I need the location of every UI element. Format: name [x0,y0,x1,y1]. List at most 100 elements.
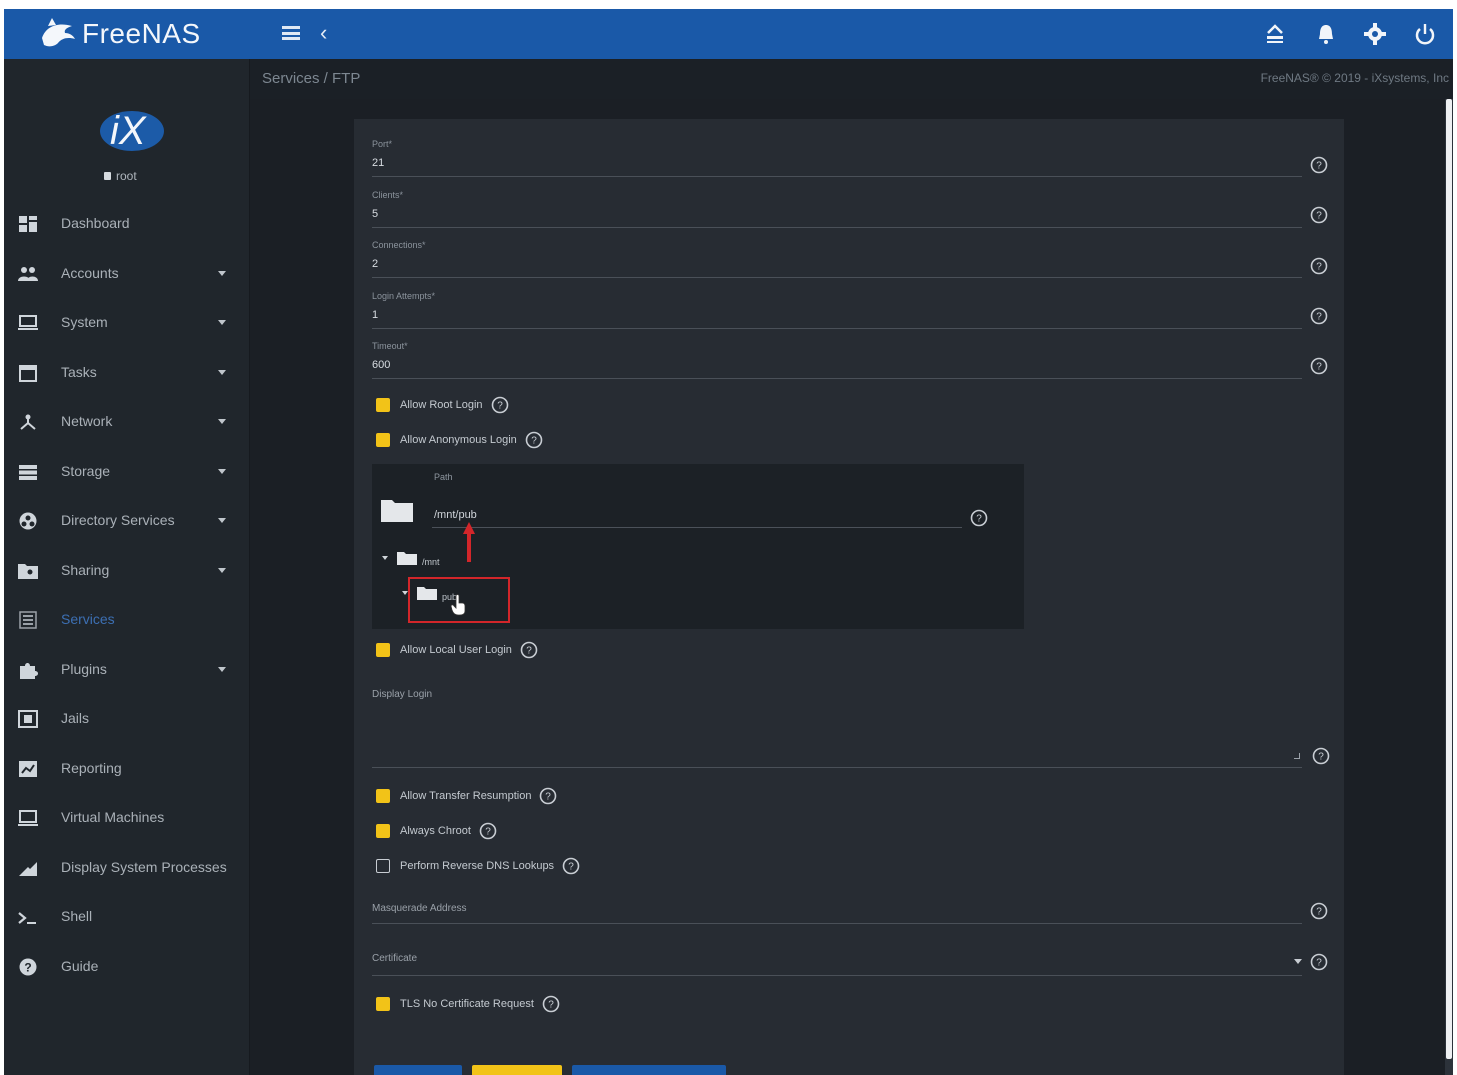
timeout-input[interactable] [372,356,1272,374]
help-icon[interactable]: ? [479,822,497,840]
help-icon[interactable]: ? [520,641,538,659]
advanced-mode-button[interactable]: ADVANCED MODE [572,1065,726,1075]
caret-down-icon[interactable] [218,518,226,523]
sidebar-item-plugins[interactable]: Plugins [4,650,250,690]
checkbox-checked[interactable] [376,824,390,838]
network-icon [20,414,36,430]
help-icon[interactable]: ? [1310,156,1328,174]
help-icon[interactable]: ? [491,396,509,414]
sidebar-item-dashboard[interactable]: Dashboard [4,204,250,244]
sidebar-item-storage[interactable]: Storage [4,452,250,492]
sidebar-item-display-system-processes[interactable]: Display System Processes [4,848,250,888]
menu-toggle-button[interactable] [280,23,302,43]
caret-down-icon[interactable] [218,419,226,424]
login-attempts-input[interactable] [372,306,1272,324]
scrollbar[interactable] [1445,99,1453,1075]
connections-input[interactable] [372,255,1272,273]
checkbox-checked[interactable] [376,398,390,412]
help-icon[interactable]: ? [1310,257,1328,275]
top-bar: FreeNAS ‹ [4,9,1453,59]
checkbox-checked[interactable] [376,643,390,657]
certificate-select[interactable]: Certificate [372,953,1302,997]
sidebar-item-reporting[interactable]: Reporting [4,749,250,789]
caret-down-icon[interactable] [218,320,226,325]
puzzle-icon [20,662,38,679]
path-input[interactable]: /mnt/pub [434,509,477,521]
sidebar-item-shell[interactable]: Shell [4,897,250,937]
collapse-chevron-icon[interactable]: ‹ [320,21,327,45]
bell-icon[interactable] [1313,21,1339,47]
clients-input[interactable] [372,205,1272,223]
help-icon[interactable]: ? [539,787,557,805]
allow-local-user-login-checkbox[interactable]: Allow Local User Login ? [376,640,538,660]
port-input[interactable] [372,154,1272,172]
checkbox-unchecked[interactable] [376,859,390,873]
caret-down-icon[interactable] [218,270,226,276]
help-icon[interactable]: ? [1310,206,1328,224]
allow-anonymous-login-checkbox[interactable]: Allow Anonymous Login ? [376,430,543,450]
caret-down-icon[interactable] [218,369,226,375]
sidebar-item-jails[interactable]: Jails [4,699,250,739]
help-icon[interactable]: ? [525,431,543,449]
folder-share-icon [18,563,38,579]
display-login-field[interactable]: Display Login [372,689,1302,771]
help-icon[interactable]: ? [1310,357,1328,375]
connections-field[interactable]: Connections* [372,240,1302,284]
gear-icon[interactable] [1362,21,1388,47]
login-attempts-field[interactable]: Login Attempts* [372,291,1302,335]
folder-icon[interactable] [380,497,414,523]
cancel-button[interactable]: CANCEL [472,1065,562,1075]
sidebar: iX root Dashboard Accounts System Tasks Netw… [4,59,250,1075]
port-label: Port* [372,139,393,149]
help-icon[interactable]: ? [542,995,560,1013]
checkbox-checked[interactable] [376,433,390,447]
svg-text:?: ? [485,827,491,838]
help-icon[interactable]: ? [1310,902,1328,920]
help-icon[interactable]: ? [1310,953,1328,971]
resize-handle-icon[interactable] [1294,753,1300,759]
checkbox-checked[interactable] [376,997,390,1011]
sidebar-item-directory-services[interactable]: Directory Services [4,501,250,541]
reverse-dns-checkbox[interactable]: Perform Reverse DNS Lookups ? [376,856,580,876]
save-button[interactable]: SAVE [374,1065,462,1075]
help-icon[interactable]: ? [970,509,988,527]
expand-arrow-icon[interactable] [382,556,388,560]
allow-transfer-resumption-checkbox[interactable]: Allow Transfer Resumption ? [376,786,557,806]
help-icon[interactable]: ? [1310,307,1328,325]
clients-field[interactable]: Clients* [372,190,1302,234]
breadcrumb[interactable]: Services / FTP [262,70,360,87]
reverse-dns-label: Perform Reverse DNS Lookups [400,860,555,872]
always-chroot-checkbox[interactable]: Always Chroot ? [376,821,497,841]
toggle-icon[interactable] [1262,21,1288,47]
sidebar-item-sharing[interactable]: Sharing [4,551,250,591]
freenas-logo[interactable]: FreeNAS [38,13,201,55]
sidebar-item-tasks[interactable]: Tasks [4,353,250,393]
masquerade-address-field[interactable]: Masquerade Address [372,903,1302,947]
sidebar-item-network[interactable]: Network [4,402,250,442]
copyright-text: FreeNAS® © 2019 - iXsystems, Inc [1260,71,1449,85]
sidebar-item-virtual-machines[interactable]: Virtual Machines [4,798,250,838]
allow-root-login-checkbox[interactable]: Allow Root Login ? [376,395,509,415]
power-icon[interactable] [1412,21,1438,47]
sidebar-item-services[interactable]: Services [4,600,250,640]
tls-no-cert-request-checkbox[interactable]: TLS No Certificate Request ? [376,994,560,1014]
caret-down-icon[interactable] [218,666,226,672]
checkbox-checked[interactable] [376,789,390,803]
sidebar-item-system[interactable]: System [4,303,250,343]
help-icon[interactable]: ? [562,857,580,875]
svg-text:?: ? [1316,958,1322,969]
lock-icon [104,172,111,180]
caret-down-icon[interactable] [218,468,226,474]
svg-text:?: ? [497,401,503,412]
sidebar-item-accounts[interactable]: Accounts [4,254,250,294]
hand-cursor-icon [450,594,466,616]
svg-text:?: ? [1316,161,1322,172]
help-icon[interactable]: ? [1312,747,1330,765]
port-field[interactable]: Port* [372,139,1302,183]
svg-text:?: ? [1316,262,1322,273]
sidebar-item-guide[interactable]: ? Guide [4,947,250,987]
timeout-field[interactable]: Timeout* [372,341,1302,385]
tree-node-mnt[interactable]: /mnt [382,549,440,567]
chevron-down-icon[interactable] [1294,959,1302,964]
caret-down-icon[interactable] [218,567,226,573]
